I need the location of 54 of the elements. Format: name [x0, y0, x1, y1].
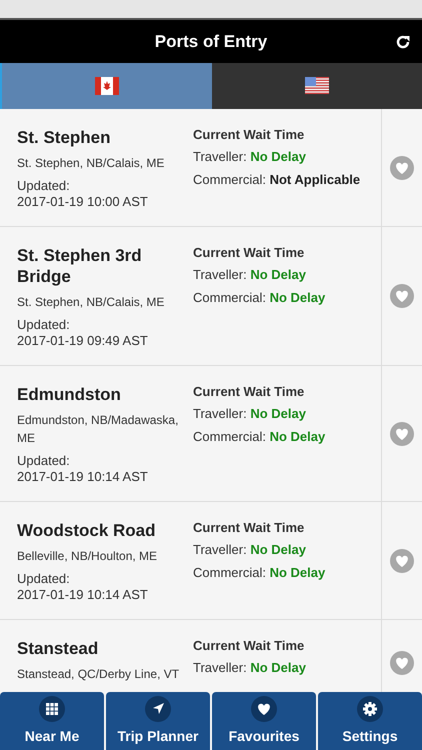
refresh-icon [395, 34, 411, 50]
us-flag-icon [305, 77, 329, 95]
updated-time: 2017-01-19 10:14 AST [17, 587, 149, 603]
port-location: Stanstead, QC/Derby Line, VT [17, 666, 180, 683]
port-location: Belleville, NB/Houlton, ME [17, 548, 158, 565]
updated-label: Updated: [17, 453, 71, 469]
nav-button[interactable]: Trip Planner [106, 692, 210, 750]
updated-label: Updated: [17, 317, 71, 333]
nav-button[interactable]: Favourites [212, 692, 316, 750]
port-name: Edmundston [17, 384, 122, 405]
port-name: St. Stephen 3rd Bridge [17, 245, 143, 287]
favourite-button[interactable] [390, 548, 414, 572]
wait-time-heading: Current Wait Time [193, 520, 306, 536]
wait-time-heading: Current Wait Time [193, 638, 306, 654]
updated-label: Updated: [17, 178, 71, 194]
updated-label: Updated: [17, 571, 71, 587]
nav-button[interactable]: Near Me [0, 692, 104, 750]
port-name: St. Stephen [17, 127, 112, 148]
port-name: Woodstock Road [17, 520, 157, 541]
port-location: Edmundston, NB/Madawaska, ME [17, 412, 180, 447]
heart-icon [395, 554, 409, 566]
status-line: Commercial: No Delay [193, 289, 326, 307]
flag-tab[interactable] [212, 63, 422, 109]
favourite-button[interactable] [390, 422, 414, 446]
wait-time-heading: Current Wait Time [193, 127, 306, 143]
heart-icon [395, 428, 409, 440]
port-location: St. Stephen, NB/Calais, ME [17, 155, 166, 172]
status-line: Traveller: No Delay [193, 405, 307, 423]
updated-time: 2017-01-19 10:14 AST [17, 469, 149, 485]
status-line: Traveller: No Delay [193, 148, 307, 166]
grid-icon [39, 696, 65, 722]
flag-tab[interactable] [0, 63, 212, 109]
heart-icon [395, 162, 409, 174]
status-line: Traveller: No Delay [193, 659, 307, 677]
updated-time: 2017-01-19 09:49 AST [17, 333, 149, 349]
status-line: Traveller: No Delay [193, 266, 307, 284]
port-name: Stanstead [17, 638, 100, 659]
settings-icon [357, 696, 383, 722]
status-line: Commercial: No Delay [193, 564, 326, 582]
favourite-button[interactable] [390, 650, 414, 674]
wait-time-heading: Current Wait Time [193, 245, 306, 261]
status-line: Commercial: No Delay [193, 428, 326, 446]
wait-time-heading: Current Wait Time [193, 384, 306, 400]
favourite-button[interactable] [390, 156, 414, 180]
updated-time: 2017-01-19 10:00 AST [17, 194, 149, 210]
heart-icon [395, 290, 409, 302]
status-line: Traveller: No Delay [193, 541, 307, 559]
port-location: St. Stephen, NB/Calais, ME [17, 294, 166, 311]
nav-button[interactable]: Settings [318, 692, 422, 750]
favourite-button[interactable] [390, 284, 414, 308]
page-title: Ports of Entry [154, 30, 268, 53]
status-line: Commercial: Not Applicable [193, 171, 362, 189]
canada-flag-icon [95, 77, 119, 95]
heart-icon [395, 656, 409, 668]
